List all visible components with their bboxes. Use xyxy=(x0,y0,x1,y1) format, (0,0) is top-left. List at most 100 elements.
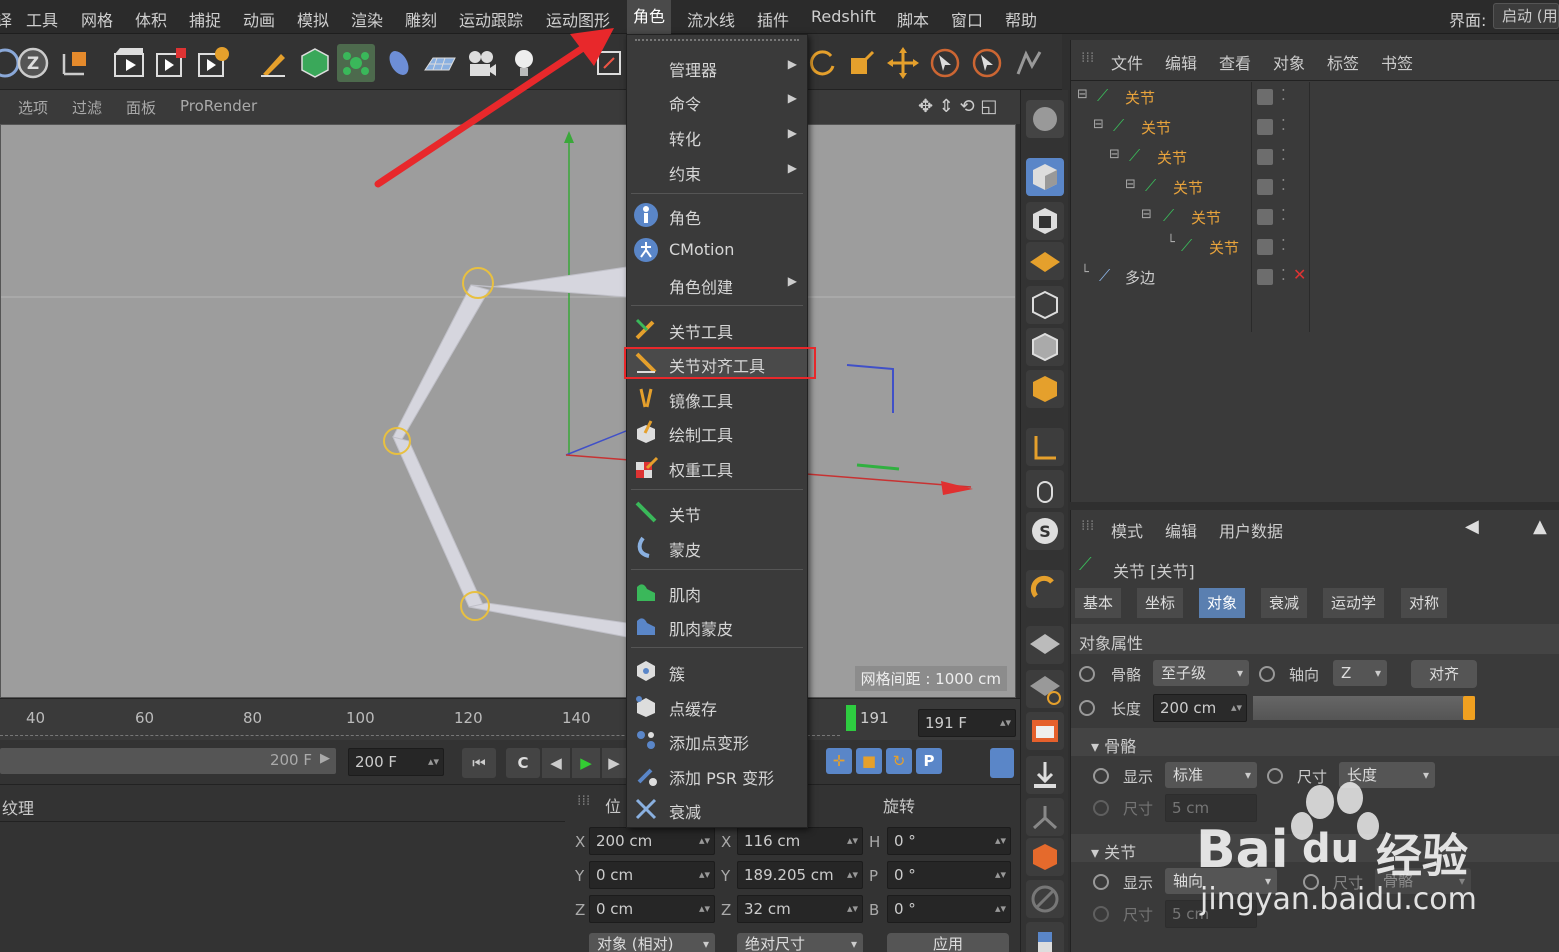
frame-range-slider[interactable]: 200 F ▶ xyxy=(0,748,336,774)
menu-item-weight-tool[interactable]: 权重工具 xyxy=(627,451,807,483)
object-row[interactable]: └ ⟋ 多边 ⁚ ✕ xyxy=(1071,262,1559,292)
length-field[interactable]: 200 cm ▴▾ xyxy=(1153,694,1247,722)
render-dots-icon[interactable]: ⁚ xyxy=(1281,206,1286,224)
menu-snap[interactable]: 捕捉 xyxy=(189,7,221,31)
menu-item-joint[interactable]: 关节 xyxy=(627,496,807,528)
character-tool-icon[interactable] xyxy=(1010,44,1048,82)
menu-item-cmotion[interactable]: CMotion xyxy=(627,234,807,266)
object-row[interactable]: ⊟ ⟋ 关节 ⁚ xyxy=(1071,112,1559,142)
workplane-lock-icon[interactable] xyxy=(1026,626,1064,664)
bone-display-radio[interactable] xyxy=(1093,768,1109,784)
align-button[interactable]: 对齐 xyxy=(1411,660,1477,688)
current-frame-field[interactable]: 191 F ▴▾ xyxy=(918,709,1016,737)
position-y-field[interactable]: 189.205 cm ▴▾ xyxy=(737,861,863,889)
section-bone[interactable]: ▾ 骨骼 xyxy=(1071,728,1559,756)
snap-icon[interactable] xyxy=(1026,570,1064,608)
rotation-b-field[interactable]: 0 ° ▴▾ xyxy=(887,895,1011,923)
visibility-tag-icon[interactable] xyxy=(1257,209,1273,225)
bone-select[interactable]: 至子级 xyxy=(1153,660,1249,686)
coordinate-system-icon[interactable] xyxy=(56,44,94,82)
layout-select[interactable]: 启动 (用 xyxy=(1493,3,1559,29)
render-dots-icon[interactable]: ⁚ xyxy=(1281,176,1286,194)
keyframe-icons[interactable]: ✛ ■ ↻ P xyxy=(826,748,974,778)
solo-mode-icon[interactable]: S xyxy=(1026,512,1064,550)
length-slider-handle[interactable] xyxy=(1463,696,1475,720)
render-picture-viewer-icon[interactable] xyxy=(152,44,190,82)
timeline-ruler[interactable]: 40 60 80 100 120 140 191 191 F ▴▾ xyxy=(0,698,1020,740)
tab-object[interactable]: 对象 xyxy=(1199,588,1246,618)
menu-item-partial[interactable]: 译 xyxy=(0,7,12,31)
size-y-field[interactable]: 0 cm ▴▾ xyxy=(589,861,715,889)
rotation-p-field[interactable]: 0 ° ▴▾ xyxy=(887,861,1011,889)
viewport-tab-options[interactable]: 选项 xyxy=(18,97,48,118)
bone-size2-radio[interactable] xyxy=(1093,800,1109,816)
scale-tool-icon[interactable] xyxy=(843,44,881,82)
render-dots-icon[interactable]: ⁚ xyxy=(1281,236,1286,254)
menu-redshift[interactable]: Redshift xyxy=(811,7,876,26)
render-dots-icon[interactable]: ⁚ xyxy=(1281,116,1286,134)
object-row[interactable]: ⊟ ⟋ 关节 ⁚ xyxy=(1071,202,1559,232)
object-row[interactable]: ⊟ ⟋ 关节 ⁚ xyxy=(1071,82,1559,112)
menu-item-character-builder[interactable]: 角色创建 ▶ xyxy=(627,268,807,300)
step-back-icon[interactable]: ◀ xyxy=(542,748,570,778)
om-menu-file[interactable]: 文件 xyxy=(1111,50,1143,74)
menu-item-add-psr-morph[interactable]: 添加 PSR 变形 xyxy=(627,759,807,791)
menu-pipeline[interactable]: 流水线 xyxy=(687,7,735,31)
render-settings-icon[interactable] xyxy=(194,44,232,82)
menu-plugins[interactable]: 插件 xyxy=(757,7,789,31)
pen-tool-icon[interactable] xyxy=(255,44,293,82)
visibility-tag-icon[interactable] xyxy=(1257,239,1273,255)
menu-item-convert[interactable]: 转化 ▶ xyxy=(627,120,807,152)
visibility-tag-icon[interactable] xyxy=(1257,269,1273,285)
step-forward-icon[interactable]: ▶ xyxy=(602,748,626,778)
play-icon[interactable]: ▶ xyxy=(572,748,600,778)
render-dots-icon[interactable]: ⁚ xyxy=(1281,86,1286,104)
workplane-rotate-icon[interactable] xyxy=(1026,670,1064,708)
object-mode-icon[interactable] xyxy=(1026,158,1064,196)
object-name[interactable]: 关节 xyxy=(1125,87,1155,108)
up-arrow-icon[interactable]: ▲ xyxy=(1533,516,1547,537)
select-tool-icon[interactable] xyxy=(926,44,964,82)
model-mode-icon[interactable] xyxy=(1026,100,1064,138)
disabled-icon[interactable] xyxy=(1026,880,1064,918)
playhead-marker[interactable] xyxy=(846,705,856,731)
3d-viewport[interactable]: 网格间距 : 1000 cm xyxy=(0,124,1016,698)
object-row[interactable]: ⊟ ⟋ 关节 ⁚ xyxy=(1071,172,1559,202)
object-name[interactable]: 多边 xyxy=(1125,267,1155,288)
viewport-navigate-icons[interactable]: ✥ ⇕ ⟲ ◱ xyxy=(918,96,997,117)
menu-volume[interactable]: 体积 xyxy=(135,7,167,31)
python-icon[interactable] xyxy=(1026,922,1064,952)
tab-kinematics[interactable]: 运动学 xyxy=(1323,588,1385,618)
polygons-mode-icon[interactable] xyxy=(1026,370,1064,408)
axis-select[interactable]: Z xyxy=(1333,660,1387,686)
points-mode-icon[interactable] xyxy=(1026,286,1064,324)
visibility-tag-icon[interactable] xyxy=(1257,179,1273,195)
render-region-icon[interactable] xyxy=(1026,712,1064,750)
om-menu-view[interactable]: 查看 xyxy=(1219,50,1251,74)
size-z-field[interactable]: 0 cm ▴▾ xyxy=(589,895,715,923)
download-icon[interactable] xyxy=(1026,756,1064,794)
menu-item-muscle-skin[interactable]: 肌肉蒙皮 xyxy=(627,610,807,642)
visibility-tag-icon[interactable] xyxy=(1257,89,1273,105)
axis-radio[interactable] xyxy=(1259,666,1275,682)
menu-animate[interactable]: 动画 xyxy=(243,7,275,31)
menu-script[interactable]: 脚本 xyxy=(897,7,929,31)
menu-item-manager[interactable]: 管理器 ▶ xyxy=(627,51,807,83)
menu-item-character[interactable]: 角色 xyxy=(627,199,807,231)
menu-tearoff[interactable] xyxy=(635,39,799,45)
menu-item-skin[interactable]: 蒙皮 xyxy=(627,531,807,563)
loop-icon[interactable]: C xyxy=(506,748,540,778)
object-row[interactable]: └ ⟋ 关节 ⁚ xyxy=(1071,232,1559,262)
om-menu-tags[interactable]: 标签 xyxy=(1327,50,1359,74)
object-name[interactable]: 关节 xyxy=(1141,117,1171,138)
axis-mode-icon[interactable] xyxy=(1026,428,1064,466)
tab-symmetry[interactable]: 对称 xyxy=(1401,588,1448,618)
render-dots-icon[interactable]: ⁚ xyxy=(1281,146,1286,164)
om-menu-object[interactable]: 对象 xyxy=(1273,50,1305,74)
position-z-field[interactable]: 32 cm ▴▾ xyxy=(737,895,863,923)
paint-icon[interactable] xyxy=(1026,838,1064,876)
object-name[interactable]: 关节 xyxy=(1209,237,1239,258)
texture-mode-icon[interactable] xyxy=(1026,202,1064,240)
length-radio[interactable] xyxy=(1079,700,1095,716)
menu-item-mirror-tool[interactable]: 镜像工具 xyxy=(627,382,807,414)
